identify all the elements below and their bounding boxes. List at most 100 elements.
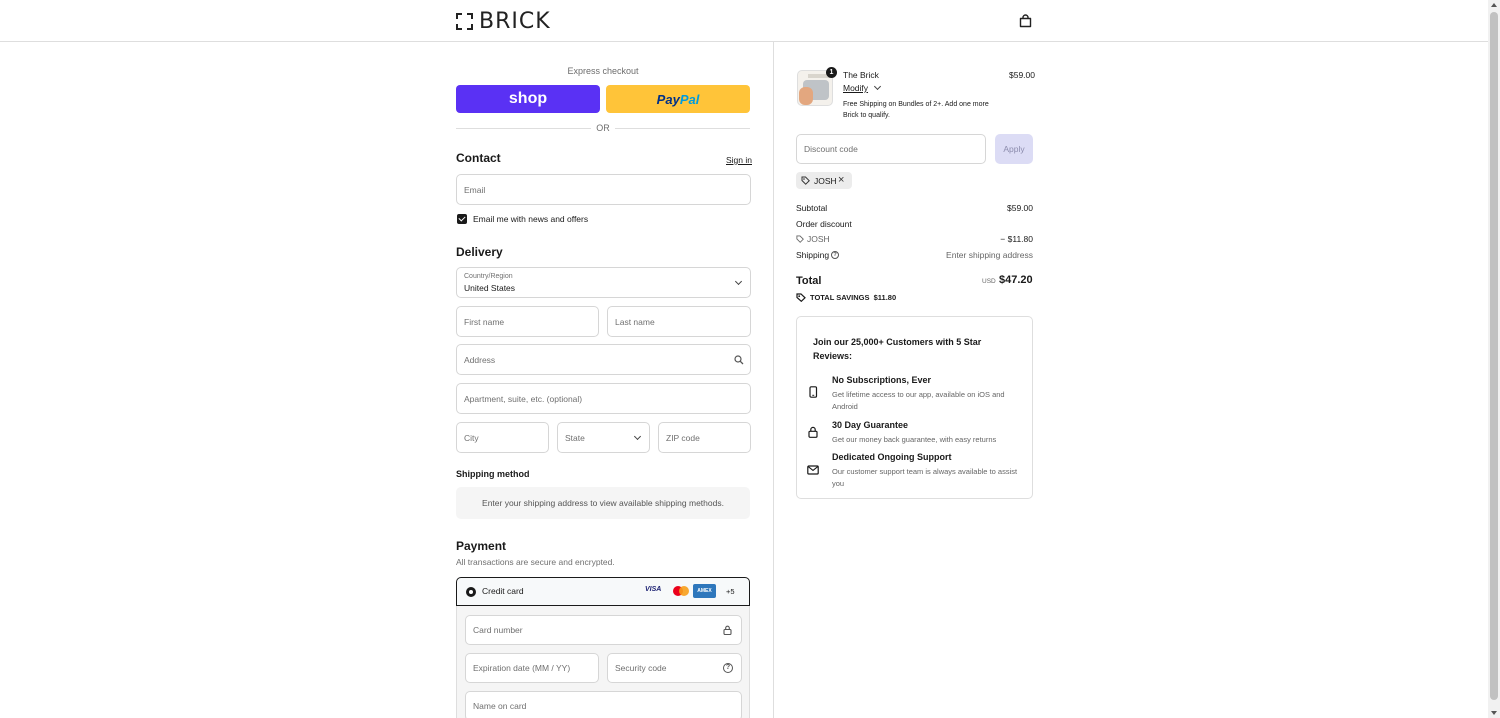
newsletter-checkbox[interactable] — [457, 214, 467, 224]
brand-logo[interactable]: BRICK — [456, 9, 551, 34]
shipping-method-title: Shipping method — [456, 469, 530, 479]
express-checkout-label: Express checkout — [567, 66, 639, 76]
discount-code-field[interactable]: Discount code — [796, 134, 986, 164]
payment-title: Payment — [456, 539, 507, 553]
product-name: The Brick — [843, 70, 879, 80]
newsletter-label: Email me with news and offers — [473, 214, 589, 224]
chevron-down-icon[interactable] — [873, 82, 882, 91]
email-field[interactable]: Email — [456, 174, 751, 205]
more-cards-count: +5 — [726, 587, 735, 596]
column-divider — [773, 42, 774, 718]
savings-label: TOTAL SAVINGS — [810, 293, 870, 302]
paypal-button[interactable]: Pay Pal — [606, 85, 750, 113]
feature-title: Dedicated Ongoing Support — [832, 452, 952, 462]
total-savings: TOTAL SAVINGS $11.80 — [810, 293, 896, 302]
security-code-field[interactable]: Security code ? — [607, 653, 742, 683]
modify-link[interactable]: Modify — [843, 83, 868, 93]
mastercard-icon — [673, 586, 689, 596]
expiry-field[interactable]: Expiration date (MM / YY) — [465, 653, 599, 683]
shop-pay-button[interactable]: shop — [456, 85, 600, 113]
card-number-placeholder: Card number — [473, 625, 523, 635]
sign-in-link[interactable]: Sign in — [726, 155, 752, 165]
shopping-bag-icon[interactable] — [1019, 14, 1032, 28]
apply-label: Apply — [1003, 144, 1025, 154]
feature-desc: Get lifetime access to our app, availabl… — [832, 390, 1005, 411]
page-scrollbar[interactable] — [1488, 0, 1500, 718]
subtotal-label: Subtotal — [796, 203, 828, 213]
feature-title: No Subscriptions, Ever — [832, 375, 932, 385]
help-icon[interactable]: ? — [831, 251, 839, 259]
chevron-down-icon — [734, 277, 743, 286]
shipping-method-message: Enter your shipping address to view avai… — [482, 498, 724, 508]
total-label: Total — [796, 275, 822, 287]
first-name-placeholder: First name — [464, 316, 505, 327]
scroll-up-arrow-icon[interactable] — [1491, 3, 1497, 7]
feature-desc: Get our money back guarantee, with easy … — [832, 435, 997, 444]
last-name-placeholder: Last name — [615, 316, 655, 327]
subtotal-value: $59.00 — [1007, 203, 1033, 213]
address-field[interactable]: Address — [456, 344, 751, 375]
order-discount-label: Order discount — [796, 219, 852, 229]
paypal-label-part1: Pay — [656, 91, 680, 107]
card-number-field[interactable]: Card number — [465, 615, 742, 645]
brand-name: BRICK — [479, 9, 551, 34]
mail-icon — [807, 465, 819, 475]
credit-card-form: Card number Expiration date (MM / YY) Se… — [456, 606, 750, 718]
savings-value: $11.80 — [873, 293, 897, 302]
help-icon[interactable]: ? — [723, 663, 733, 673]
amex-icon: AMEX — [693, 584, 716, 598]
feature-desc: Our customer support team is always avai… — [832, 467, 1018, 488]
zip-field[interactable]: ZIP code — [658, 422, 751, 453]
discount-code-label: JOSH — [807, 234, 830, 244]
payment-subtitle: All transactions are secure and encrypte… — [456, 557, 615, 567]
email-placeholder: Email — [464, 184, 486, 195]
credit-card-label: Credit card — [482, 586, 524, 596]
scroll-down-arrow-icon[interactable] — [1491, 711, 1497, 715]
lock-icon — [723, 625, 732, 635]
last-name-field[interactable]: Last name — [607, 306, 751, 337]
discount-code-placeholder: Discount code — [804, 144, 858, 154]
total-currency: USD — [982, 278, 996, 285]
first-name-field[interactable]: First name — [456, 306, 599, 337]
paypal-label-part2: Pal — [679, 91, 700, 107]
contact-title: Contact — [456, 151, 501, 165]
state-placeholder: State — [565, 432, 585, 443]
applied-discount-chip: JOSH × — [796, 172, 852, 189]
scroll-thumb[interactable] — [1490, 12, 1498, 700]
apartment-field[interactable]: Apartment, suite, etc. (optional) — [456, 383, 751, 414]
name-on-card-field[interactable]: Name on card — [465, 691, 742, 718]
or-label: OR — [591, 123, 615, 133]
lock-icon — [808, 426, 818, 438]
tag-icon — [801, 176, 810, 185]
total-value: $47.20 — [999, 274, 1033, 286]
product-price: $59.00 — [1009, 70, 1035, 80]
expiry-placeholder: Expiration date (MM / YY) — [473, 663, 571, 673]
address-placeholder: Address — [464, 354, 496, 365]
shop-pay-label: shop — [508, 90, 548, 107]
state-select[interactable]: State — [557, 422, 650, 453]
bundle-promo-note: Free Shipping on Bundles of 2+. Add one … — [843, 101, 989, 119]
discount-value: − $11.80 — [1000, 234, 1033, 244]
applied-code: JOSH — [814, 176, 837, 186]
visa-icon: VISA — [645, 586, 662, 593]
shipping-value: Enter shipping address — [946, 250, 1033, 260]
city-placeholder: City — [464, 432, 479, 443]
tag-icon — [796, 235, 804, 243]
credit-card-radio[interactable] — [466, 587, 476, 597]
shipping-label: Shipping — [796, 250, 830, 260]
country-value: United States — [464, 283, 516, 293]
tag-icon — [796, 293, 806, 302]
country-select[interactable]: Country/Region United States — [456, 267, 751, 298]
remove-discount-icon[interactable]: × — [838, 174, 844, 186]
search-icon — [734, 355, 744, 365]
feature-title: 30 Day Guarantee — [832, 420, 909, 430]
chevron-down-icon — [633, 432, 642, 441]
name-on-card-placeholder: Name on card — [473, 701, 527, 711]
site-header: BRICK — [0, 0, 1488, 42]
city-field[interactable]: City — [456, 422, 549, 453]
shipping-method-placeholder: Enter your shipping address to view avai… — [456, 487, 750, 519]
apartment-placeholder: Apartment, suite, etc. (optional) — [464, 393, 583, 404]
delivery-title: Delivery — [456, 245, 503, 259]
credit-card-option[interactable]: Credit card VISA AMEX +5 — [456, 577, 750, 606]
apply-discount-button[interactable]: Apply — [995, 134, 1033, 164]
